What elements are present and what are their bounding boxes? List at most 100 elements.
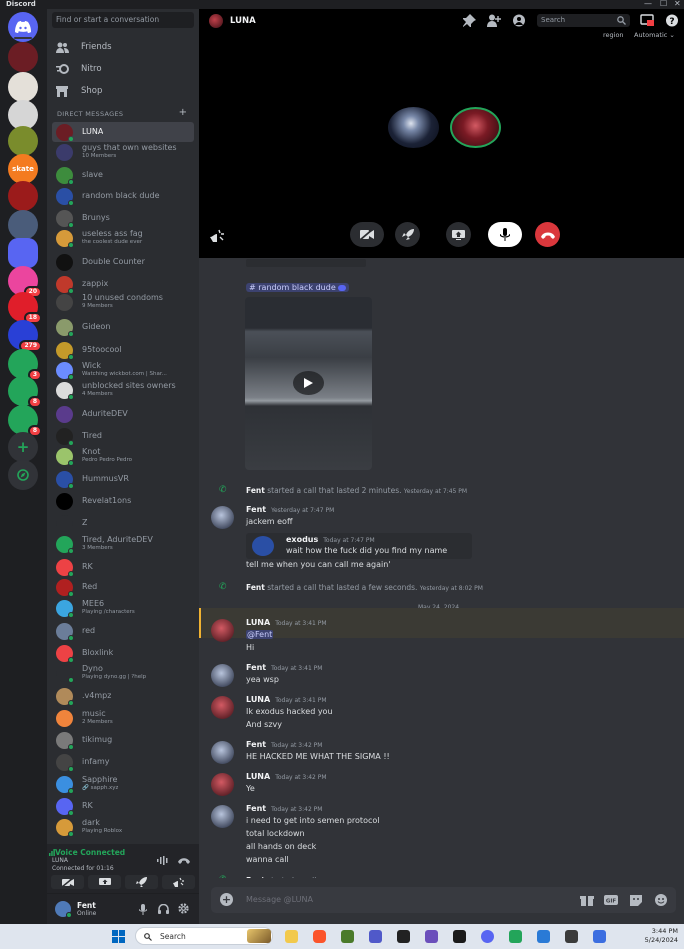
dm-item[interactable]: RK xyxy=(52,557,194,577)
message-avatar[interactable] xyxy=(211,773,234,796)
message-avatar[interactable] xyxy=(211,619,234,642)
noise-suppression-icon[interactable] xyxy=(157,856,169,865)
dm-item[interactable]: red xyxy=(52,621,194,641)
message-author[interactable]: Fent xyxy=(246,740,266,749)
voice-channel-name[interactable]: LUNA xyxy=(52,857,68,864)
user-mention[interactable]: @Fent xyxy=(246,630,274,639)
dm-item[interactable]: HummusVR xyxy=(52,469,194,489)
microphone-icon[interactable] xyxy=(139,904,147,915)
dm-item[interactable]: 95toocool xyxy=(52,340,194,360)
dm-item[interactable]: Tired xyxy=(52,426,194,446)
headphones-icon[interactable] xyxy=(158,904,169,914)
dm-item[interactable]: dark Playing Roblox xyxy=(52,817,194,837)
dm-item[interactable]: Dyno Playing dyno.gg | ?help xyxy=(52,663,194,683)
server-icon[interactable]: 3 xyxy=(8,349,42,381)
teams-icon[interactable] xyxy=(369,930,382,943)
upload-plus-button[interactable]: + xyxy=(220,893,233,906)
gift-icon[interactable] xyxy=(580,894,594,906)
dm-item[interactable]: zappix xyxy=(52,274,194,294)
server-icon[interactable] xyxy=(8,126,38,156)
discover-button[interactable] xyxy=(8,460,38,490)
sticker-icon[interactable] xyxy=(629,894,643,906)
dm-item[interactable]: RK xyxy=(52,796,194,816)
message-author[interactable]: LUNA xyxy=(246,772,270,781)
participant-fent-tile[interactable] xyxy=(388,107,439,148)
emoji-icon[interactable] xyxy=(654,894,668,906)
add-friends-to-dm-icon[interactable] xyxy=(487,14,501,27)
nav-shop[interactable]: Shop xyxy=(55,84,102,98)
dm-item[interactable]: tikimug xyxy=(52,730,194,750)
message-input[interactable]: Message @LUNA xyxy=(246,895,313,904)
quoted-message[interactable]: exodus Today at 7:47 PM wait how the fuck … xyxy=(246,533,472,559)
disconnect-icon[interactable] xyxy=(178,857,190,864)
server-icon[interactable] xyxy=(8,210,38,240)
system-author[interactable]: Fent xyxy=(246,486,265,495)
capcut-icon[interactable] xyxy=(397,930,410,943)
camera-off-button[interactable] xyxy=(51,875,84,889)
minimize-button[interactable]: — xyxy=(644,0,652,8)
minecraft-icon[interactable] xyxy=(341,930,354,943)
dm-item[interactable]: Double Counter xyxy=(52,252,194,272)
server-icon[interactable]: 8 xyxy=(8,405,42,437)
dm-item[interactable]: random black dude xyxy=(52,186,194,206)
system-author[interactable]: Fent xyxy=(246,583,265,592)
user-avatar[interactable] xyxy=(55,901,72,918)
message-author[interactable]: LUNA xyxy=(246,618,270,627)
server-icon[interactable]: 18 xyxy=(8,292,42,324)
screen-share-button[interactable] xyxy=(446,222,471,247)
message-author[interactable]: Fent xyxy=(246,505,266,514)
server-icon[interactable] xyxy=(8,42,38,72)
dm-item[interactable]: guys that own websites 10 Members xyxy=(52,142,194,162)
message-author[interactable]: Fent xyxy=(246,663,266,672)
windows-start-icon[interactable] xyxy=(112,930,125,943)
dm-item[interactable]: .v4mpz xyxy=(52,686,194,706)
server-icon[interactable]: 8 xyxy=(8,376,42,408)
screen-share-button[interactable] xyxy=(88,875,121,889)
leave-call-button[interactable] xyxy=(535,222,560,247)
message-avatar[interactable] xyxy=(211,741,234,764)
activity-button[interactable] xyxy=(125,875,158,889)
system-author[interactable]: Fent xyxy=(246,876,265,878)
server-icon[interactable] xyxy=(8,181,38,211)
close-button[interactable]: ✕ xyxy=(674,0,681,8)
dm-item[interactable]: music 2 Members xyxy=(52,708,194,728)
dm-item[interactable]: Revelat1ons xyxy=(52,491,194,511)
app-icon[interactable] xyxy=(509,930,522,943)
add-server-button[interactable]: + xyxy=(8,432,38,462)
user-profile-icon[interactable] xyxy=(512,14,526,27)
app-icon[interactable] xyxy=(593,930,606,943)
message-avatar[interactable] xyxy=(211,805,234,828)
dm-item[interactable]: Knot Pedro Pedro Pedro xyxy=(52,446,194,466)
app-icon[interactable] xyxy=(565,930,578,943)
soundboard-button[interactable] xyxy=(162,875,195,889)
message-avatar[interactable] xyxy=(211,696,234,719)
dm-item[interactable]: Sapphire 🔗 sapph.xyz xyxy=(52,774,194,794)
dm-item[interactable]: AduriteDEV xyxy=(52,404,194,424)
dm-item[interactable]: infamy xyxy=(52,752,194,772)
dm-item[interactable]: slave xyxy=(52,165,194,185)
discord-taskbar-icon[interactable] xyxy=(481,930,494,943)
dm-item[interactable]: 10 unused condoms 9 Members xyxy=(52,292,194,312)
file-explorer-icon[interactable] xyxy=(285,930,298,943)
channel-link[interactable]: # random black dude xyxy=(246,283,350,292)
server-icon[interactable]: 279 xyxy=(8,320,42,352)
message-avatar[interactable] xyxy=(211,664,234,687)
nav-friends[interactable]: Friends xyxy=(55,40,112,54)
toggle-camera-button[interactable] xyxy=(350,222,384,247)
help-icon[interactable]: ? xyxy=(665,14,679,27)
video-attachment[interactable] xyxy=(245,297,372,470)
play-button[interactable] xyxy=(293,371,324,395)
terminal-icon[interactable] xyxy=(453,930,466,943)
quote-author-name[interactable]: exodus xyxy=(286,535,318,544)
dm-item[interactable]: useless ass fag the coolest dude ever xyxy=(52,228,194,248)
dm-item[interactable]: unblocked sites owners 4 Members xyxy=(52,380,194,400)
dm-item[interactable]: Bloxlink xyxy=(52,643,194,663)
dm-item[interactable]: Brunys xyxy=(52,208,194,228)
server-icon[interactable]: skate xyxy=(8,154,38,184)
nav-nitro[interactable]: Nitro xyxy=(55,62,102,76)
gif-icon[interactable]: GIF xyxy=(604,894,618,906)
participant-luna-tile[interactable] xyxy=(450,107,501,148)
message-avatar[interactable] xyxy=(211,506,234,529)
system-clock[interactable]: 3:44 PM 5/24/2024 xyxy=(645,927,678,945)
brave-browser-icon[interactable] xyxy=(313,930,326,943)
